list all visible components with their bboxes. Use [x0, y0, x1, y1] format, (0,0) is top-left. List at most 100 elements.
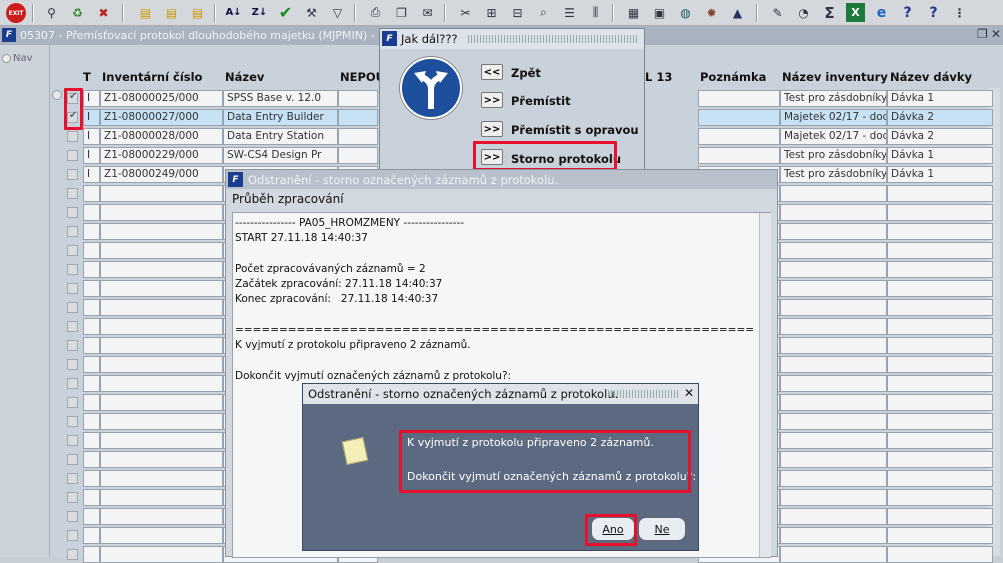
cell-inv[interactable] — [100, 337, 223, 354]
folder-delete-icon[interactable]: ▤ — [188, 3, 207, 22]
cell-name[interactable]: Data Entry Builder — [223, 109, 338, 126]
cell-note[interactable] — [698, 128, 780, 145]
row-checkbox[interactable] — [67, 397, 78, 408]
cell-t[interactable] — [83, 185, 100, 202]
cell-inventory[interactable] — [780, 508, 887, 525]
log-scrollbar[interactable] — [759, 213, 771, 557]
cell-name[interactable]: Data Entry Station — [223, 128, 338, 145]
row-checkbox[interactable] — [67, 131, 78, 142]
scissors-icon[interactable]: ✂ — [456, 3, 475, 22]
cell-batch[interactable] — [887, 489, 993, 506]
settings-wheel-icon[interactable]: ✹ — [702, 3, 721, 22]
filter-icon[interactable]: ▽ — [328, 3, 347, 22]
cell-inventory[interactable]: Test pro zásdobníky I — [780, 147, 887, 164]
cell-t[interactable] — [83, 451, 100, 468]
cell-batch[interactable] — [887, 185, 993, 202]
no-button[interactable]: Ne — [638, 517, 686, 541]
cell-inventory[interactable] — [780, 489, 887, 506]
cell-batch[interactable] — [887, 318, 993, 335]
row-checkbox[interactable] — [67, 454, 78, 465]
cell-t[interactable]: I — [83, 109, 100, 126]
scroll-up-icon[interactable] — [52, 90, 62, 100]
help-icon[interactable]: ? — [898, 3, 917, 22]
row-checkbox[interactable] — [67, 150, 78, 161]
cell-t[interactable] — [83, 223, 100, 240]
cell-inventory[interactable]: Test pro zásdobníky I — [780, 166, 887, 183]
ie-icon[interactable]: e — [872, 3, 891, 22]
sigma-icon[interactable]: Σ — [820, 3, 839, 22]
row-checkbox[interactable] — [67, 264, 78, 275]
cell-batch[interactable] — [887, 299, 993, 316]
cell-t[interactable] — [83, 527, 100, 544]
cell-t[interactable]: I — [83, 90, 100, 107]
cell-inv[interactable] — [100, 527, 223, 544]
check-icon[interactable]: ✔ — [276, 3, 295, 22]
cell-inv[interactable] — [100, 242, 223, 259]
cell-t[interactable] — [83, 432, 100, 449]
cell-t[interactable] — [83, 337, 100, 354]
cell-t[interactable] — [83, 280, 100, 297]
col-header-inv[interactable]: Inventární číslo — [102, 70, 202, 84]
more-icon[interactable]: ⋮ — [950, 3, 969, 22]
cell-inv[interactable] — [100, 394, 223, 411]
cell-inv[interactable] — [100, 413, 223, 430]
cell-inv[interactable] — [100, 508, 223, 525]
wrench-icon[interactable]: ⚒ — [302, 3, 321, 22]
cell-inv[interactable] — [100, 204, 223, 221]
folder-edit-icon[interactable]: ▤ — [162, 3, 181, 22]
row-checkbox[interactable] — [67, 188, 78, 199]
cell-inventory[interactable] — [780, 223, 887, 240]
cell-batch[interactable] — [887, 470, 993, 487]
row-checkbox[interactable] — [67, 169, 78, 180]
cell-t[interactable] — [83, 318, 100, 335]
mountain-icon[interactable]: ▲ — [728, 3, 747, 22]
cell-inv[interactable]: Z1-08000025/000 — [100, 90, 223, 107]
cell-batch[interactable] — [887, 432, 993, 449]
cell-t[interactable] — [83, 470, 100, 487]
nav-tab[interactable]: Nav — [2, 53, 33, 64]
row-checkbox[interactable] — [67, 435, 78, 446]
col-header-batch[interactable]: Název dávky — [890, 70, 972, 84]
calculator-icon[interactable]: ▦ — [624, 3, 643, 22]
cell-inv[interactable]: Z1-08000027/000 — [100, 109, 223, 126]
cell-batch[interactable] — [887, 280, 993, 297]
cell-t[interactable]: I — [83, 128, 100, 145]
cell-nepou[interactable] — [338, 90, 378, 107]
cell-batch[interactable] — [887, 508, 993, 525]
cell-batch[interactable] — [887, 223, 993, 240]
cell-inv[interactable] — [100, 489, 223, 506]
cell-t[interactable] — [83, 261, 100, 278]
cell-inventory[interactable] — [780, 204, 887, 221]
edit-icon[interactable]: ✎ — [768, 3, 787, 22]
cell-inventory[interactable]: Majetek 02/17 - dodat — [780, 109, 887, 126]
copy-icon[interactable]: ❐ — [392, 3, 411, 22]
cell-batch[interactable]: Dávka 1 — [887, 90, 993, 107]
cell-inventory[interactable] — [780, 261, 887, 278]
cell-inv[interactable] — [100, 375, 223, 392]
tree-icon[interactable]: ⊟ — [508, 3, 527, 22]
cell-t[interactable]: I — [83, 166, 100, 183]
cell-t[interactable] — [83, 204, 100, 221]
cell-name[interactable]: SW-CS4 Design Pr — [223, 147, 338, 164]
excel-icon[interactable]: X — [846, 3, 865, 22]
col-header-name[interactable]: Název — [225, 70, 264, 84]
cell-t[interactable] — [83, 242, 100, 259]
cell-inventory[interactable] — [780, 375, 887, 392]
sort-az-icon[interactable]: A↓ — [224, 3, 243, 22]
cell-batch[interactable] — [887, 242, 993, 259]
cell-nepou[interactable] — [338, 128, 378, 145]
row-checkbox[interactable] — [67, 321, 78, 332]
col-header-t[interactable]: T — [83, 70, 91, 84]
cell-nepou[interactable] — [338, 109, 378, 126]
row-checkbox[interactable] — [67, 492, 78, 503]
cell-inventory[interactable] — [780, 242, 887, 259]
cell-inventory[interactable]: Test pro zásdobníky I — [780, 90, 887, 107]
cell-batch[interactable] — [887, 413, 993, 430]
delete-icon[interactable]: ✖ — [94, 3, 113, 22]
row-checkbox[interactable] — [67, 511, 78, 522]
recycle-icon[interactable]: ♻ — [68, 3, 87, 22]
cell-batch[interactable] — [887, 375, 993, 392]
row-checkbox[interactable] — [67, 549, 78, 560]
cell-inventory[interactable] — [780, 337, 887, 354]
cell-inv[interactable]: Z1-08000028/000 — [100, 128, 223, 145]
